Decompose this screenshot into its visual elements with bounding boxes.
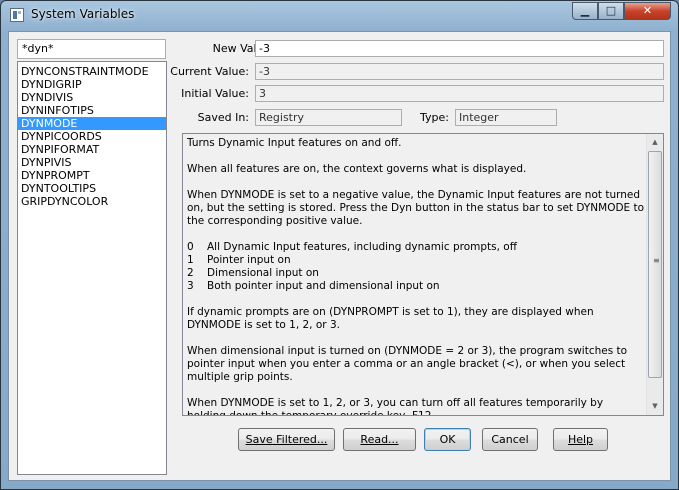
variable-list-item[interactable]: DYNPICOORDS <box>18 130 166 143</box>
description-paragraph: When DYNMODE is set to 1, 2, or 3, you c… <box>187 397 604 416</box>
save-filtered-button[interactable]: Save Filtered... <box>238 428 335 451</box>
close-button[interactable]: ✕ <box>624 2 671 20</box>
option-number: 1 <box>187 254 194 266</box>
scroll-down-arrow-icon[interactable]: ▼ <box>647 398 663 415</box>
option-number: 2 <box>187 267 194 279</box>
title-bar[interactable]: System Variables ▁ □ ✕ <box>1 1 678 31</box>
variable-list-item[interactable]: DYNDIGRIP <box>18 78 166 91</box>
description-paragraph: Turns Dynamic Input features on and off. <box>187 137 402 149</box>
option-number: 3 <box>187 280 194 292</box>
window-title: System Variables <box>31 7 135 21</box>
ok-button[interactable]: OK <box>424 428 471 451</box>
variable-list-item[interactable]: DYNTOOLTIPS <box>18 182 166 195</box>
current-value-field: -3 <box>255 63 664 80</box>
option-number: 0 <box>187 241 194 253</box>
option-text: Dimensional input on <box>207 267 319 279</box>
variable-list-item[interactable]: DYNPIFORMAT <box>18 143 166 156</box>
system-variables-window: System Variables ▁ □ ✕ *dyn* DYNCONSTRAI… <box>0 0 679 490</box>
option-text: Both pointer input and dimensional input… <box>207 280 440 292</box>
filter-input[interactable]: *dyn* <box>17 39 166 59</box>
maximize-button[interactable]: □ <box>598 2 624 20</box>
type-label: Type: <box>420 111 449 124</box>
description-paragraph: If dynamic prompts are on (DYNPROMPT is … <box>187 306 594 331</box>
description-scrollbar[interactable]: ▲ ≡ ▼ <box>646 134 663 415</box>
option-row: 0 All Dynamic Input features, including … <box>187 241 645 254</box>
variable-list[interactable]: DYNCONSTRAINTMODE DYNDIGRIP DYNDIVIS DYNINF… <box>17 61 167 475</box>
description-text: Turns Dynamic Input features on and off.… <box>187 137 645 416</box>
read-button[interactable]: Read... <box>343 428 416 451</box>
variable-list-item[interactable]: GRIPDYNCOLOR <box>18 195 166 208</box>
option-row: 1 Pointer input on <box>187 254 645 267</box>
saved-in-label: Saved In: <box>197 111 249 124</box>
minimize-button[interactable]: ▁ <box>572 2 598 20</box>
variable-list-item[interactable]: DYNPROMPT <box>18 169 166 182</box>
option-text: Pointer input on <box>207 254 291 266</box>
dialog-client-area: *dyn* DYNCONSTRAINTMODE DYNDIGRIP DYNDIVIS… <box>8 31 671 481</box>
grip-icon: ≡ <box>653 256 660 265</box>
variable-list-item[interactable]: DYNPIVIS <box>18 156 166 169</box>
variable-list-item[interactable]: DYNCONSTRAINTMODE <box>18 65 166 78</box>
variable-list-item[interactable]: DYNDIVIS <box>18 91 166 104</box>
current-value-label: Current Value: <box>170 65 249 78</box>
variable-list-item[interactable]: DYNMODE <box>18 117 166 130</box>
scrollbar-thumb[interactable]: ≡ <box>648 151 662 378</box>
help-button[interactable]: Help <box>553 428 608 451</box>
description-paragraph: When dimensional input is turned on (DYN… <box>187 345 628 383</box>
description-panel[interactable]: Turns Dynamic Input features on and off.… <box>182 133 664 416</box>
scroll-up-arrow-icon[interactable]: ▲ <box>647 134 663 151</box>
cancel-button[interactable]: Cancel <box>482 428 538 451</box>
new-value-input[interactable]: -3 <box>255 40 664 57</box>
app-window-icon <box>10 8 24 22</box>
variable-list-item[interactable]: DYNINFOTIPS <box>18 104 166 117</box>
description-paragraph: When DYNMODE is set to a negative value,… <box>187 189 645 227</box>
option-text: All Dynamic Input features, including dy… <box>207 241 517 253</box>
option-row: 3 Both pointer input and dimensional inp… <box>187 280 645 293</box>
type-field: Integer <box>455 109 557 126</box>
saved-in-field: Registry <box>255 109 402 126</box>
option-list: 0 All Dynamic Input features, including … <box>187 241 645 293</box>
description-paragraph: When all features are on, the context go… <box>187 163 527 175</box>
option-row: 2 Dimensional input on <box>187 267 645 280</box>
initial-value-field: 3 <box>255 85 664 102</box>
initial-value-label: Initial Value: <box>181 87 249 100</box>
